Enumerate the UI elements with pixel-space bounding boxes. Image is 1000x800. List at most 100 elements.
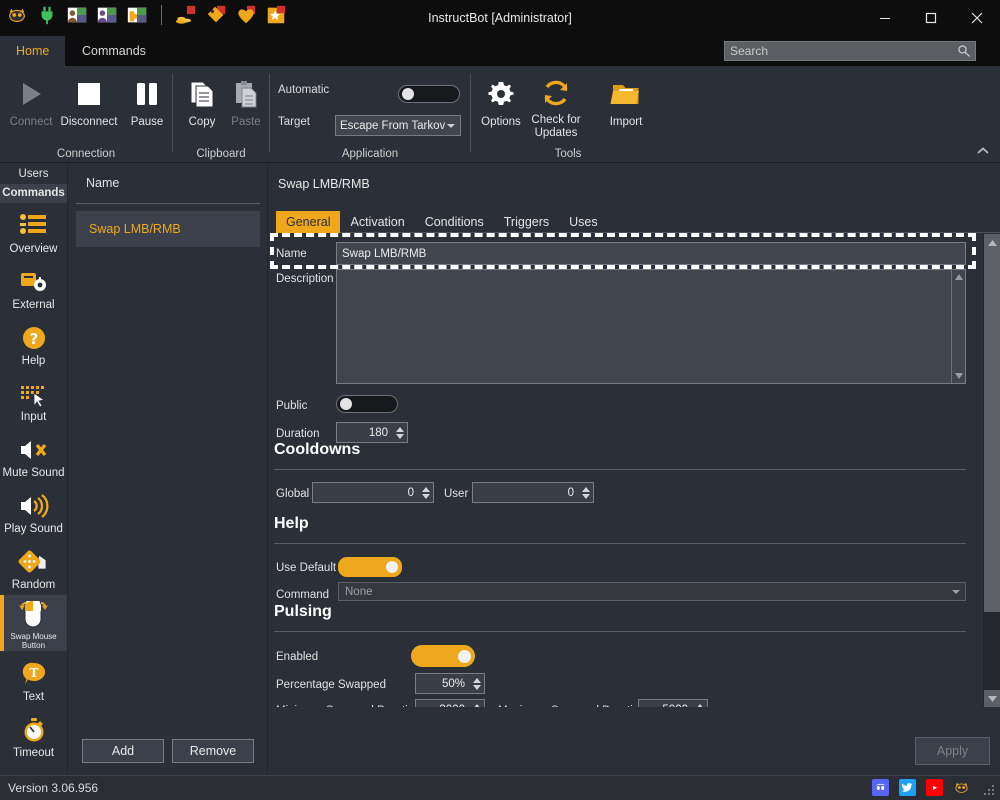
stepper-buttons[interactable] — [471, 674, 484, 693]
sidebar-item-external[interactable]: External — [0, 259, 67, 315]
duration-stepper[interactable]: 180 — [336, 422, 408, 443]
ribbon-tab-strip: Home Commands — [0, 36, 1000, 66]
sidebar-item-commands[interactable]: Commands — [0, 184, 67, 203]
stepper-buttons[interactable] — [420, 483, 433, 502]
ribbon-tab-commands[interactable]: Commands — [66, 36, 162, 66]
max-swapped-duration-stepper[interactable]: 5000 — [638, 699, 708, 707]
stepper-buttons[interactable] — [694, 700, 707, 707]
tab-general[interactable]: General — [276, 211, 340, 233]
resize-grip-icon[interactable] — [984, 785, 996, 797]
play-icon — [14, 72, 48, 116]
description-scrollbar[interactable] — [951, 270, 965, 383]
scroll-up-icon[interactable] — [984, 234, 1000, 251]
global-cooldown-stepper[interactable]: 0 — [312, 482, 434, 503]
check-for-updates-button[interactable]: Check for Updates — [525, 72, 587, 140]
page-title: Swap LMB/RMB — [278, 177, 370, 191]
global-cooldown-value: 0 — [313, 487, 420, 499]
question-circle-icon: ? — [19, 323, 49, 353]
sidebar-item-text[interactable]: T Text — [0, 651, 67, 707]
command-list-column-header: Name — [68, 163, 268, 203]
help-command-combobox[interactable]: None — [338, 582, 966, 601]
stepper-down-icon[interactable] — [396, 434, 404, 439]
disconnect-button[interactable]: Disconnect — [60, 72, 118, 140]
sidebar-label-swap-mouse-button: Swap Mouse Button — [0, 632, 67, 650]
tab-activation[interactable]: Activation — [340, 211, 414, 233]
apply-button[interactable]: Apply — [915, 737, 990, 765]
instructbot-icon[interactable] — [953, 779, 970, 796]
paste-button[interactable]: Paste — [217, 72, 275, 140]
sidebar-label-play-sound: Play Sound — [4, 523, 63, 535]
add-button[interactable]: Add — [82, 739, 164, 763]
scroll-thumb[interactable] — [984, 251, 1000, 612]
tab-conditions[interactable]: Conditions — [415, 211, 494, 233]
scroll-down-icon[interactable] — [952, 369, 966, 383]
user-cooldown-stepper[interactable]: 0 — [472, 482, 594, 503]
stepper-buttons[interactable] — [471, 700, 484, 707]
chevron-up-icon[interactable] — [972, 142, 994, 160]
keyboard-cursor-icon — [18, 379, 50, 409]
search-box[interactable] — [724, 41, 976, 61]
tab-uses[interactable]: Uses — [559, 211, 607, 233]
search-icon[interactable] — [957, 44, 971, 58]
use-default-label: Use Default — [276, 562, 336, 574]
chevron-down-icon[interactable] — [447, 124, 455, 128]
connect-button[interactable]: Connect — [2, 72, 60, 140]
use-default-toggle[interactable] — [338, 557, 402, 577]
import-button[interactable]: Import — [596, 72, 656, 140]
name-input[interactable] — [336, 242, 966, 265]
min-swapped-duration-stepper[interactable]: 3000 — [415, 699, 485, 707]
sidebar-item-users[interactable]: Users — [0, 165, 67, 184]
stepper-buttons[interactable] — [580, 483, 593, 502]
minimize-button[interactable] — [862, 0, 908, 36]
sidebar-item-input[interactable]: Input — [0, 371, 67, 427]
sidebar-item-timeout[interactable]: Timeout — [0, 707, 67, 763]
help-command-value: None — [345, 586, 373, 598]
discord-icon[interactable] — [872, 779, 889, 796]
public-toggle[interactable] — [336, 395, 398, 413]
maximize-button[interactable] — [908, 0, 954, 36]
sidebar-label-random: Random — [12, 579, 55, 591]
target-combobox[interactable]: Escape From Tarkov — [335, 115, 461, 136]
youtube-icon[interactable] — [926, 779, 943, 796]
speaker-on-icon — [18, 491, 50, 521]
duration-value: 180 — [337, 427, 394, 439]
detail-scrollbar[interactable] — [983, 234, 1000, 707]
sidebar-item-swap-mouse-button[interactable]: Swap Mouse Button — [0, 595, 67, 651]
stepper-up-icon[interactable] — [582, 487, 590, 492]
stepper-up-icon[interactable] — [473, 678, 481, 683]
remove-button[interactable]: Remove — [172, 739, 254, 763]
ribbon-tab-home[interactable]: Home — [0, 36, 65, 66]
close-button[interactable] — [954, 0, 1000, 36]
chevron-down-icon[interactable] — [952, 590, 960, 594]
sidebar-item-overview[interactable]: Overview — [0, 203, 67, 259]
pulsing-enabled-toggle[interactable] — [411, 645, 475, 667]
options-button[interactable]: Options — [471, 72, 531, 140]
stepper-up-icon[interactable] — [696, 704, 704, 708]
stepper-buttons[interactable] — [394, 423, 407, 442]
stepper-up-icon[interactable] — [473, 704, 481, 708]
description-textarea[interactable] — [336, 269, 966, 384]
scroll-track[interactable] — [984, 612, 1000, 690]
percentage-swapped-stepper[interactable]: 50% — [415, 673, 485, 694]
svg-text:?: ? — [29, 330, 38, 348]
automatic-toggle[interactable] — [398, 85, 460, 103]
scroll-up-icon[interactable] — [952, 270, 966, 284]
sidebar-item-random[interactable]: Random — [0, 539, 67, 595]
stepper-down-icon[interactable] — [473, 685, 481, 690]
stepper-up-icon[interactable] — [396, 427, 404, 432]
sidebar-item-rewards[interactable]: Rewards — [0, 763, 67, 775]
scroll-down-icon[interactable] — [984, 690, 1000, 707]
stepper-down-icon[interactable] — [422, 494, 430, 499]
tab-triggers[interactable]: Triggers — [494, 211, 559, 233]
list-item[interactable]: Swap LMB/RMB — [76, 211, 260, 247]
stepper-up-icon[interactable] — [422, 487, 430, 492]
sidebar-item-mute-sound[interactable]: Mute Sound — [0, 427, 67, 483]
public-label: Public — [276, 400, 307, 412]
sidebar-item-play-sound[interactable]: Play Sound — [0, 483, 67, 539]
help-heading: Help — [274, 515, 309, 533]
search-input[interactable] — [730, 42, 950, 60]
sidebar-item-help[interactable]: ? Help — [0, 315, 67, 371]
pause-button[interactable]: Pause — [118, 72, 176, 140]
stepper-down-icon[interactable] — [582, 494, 590, 499]
twitter-icon[interactable] — [899, 779, 916, 796]
